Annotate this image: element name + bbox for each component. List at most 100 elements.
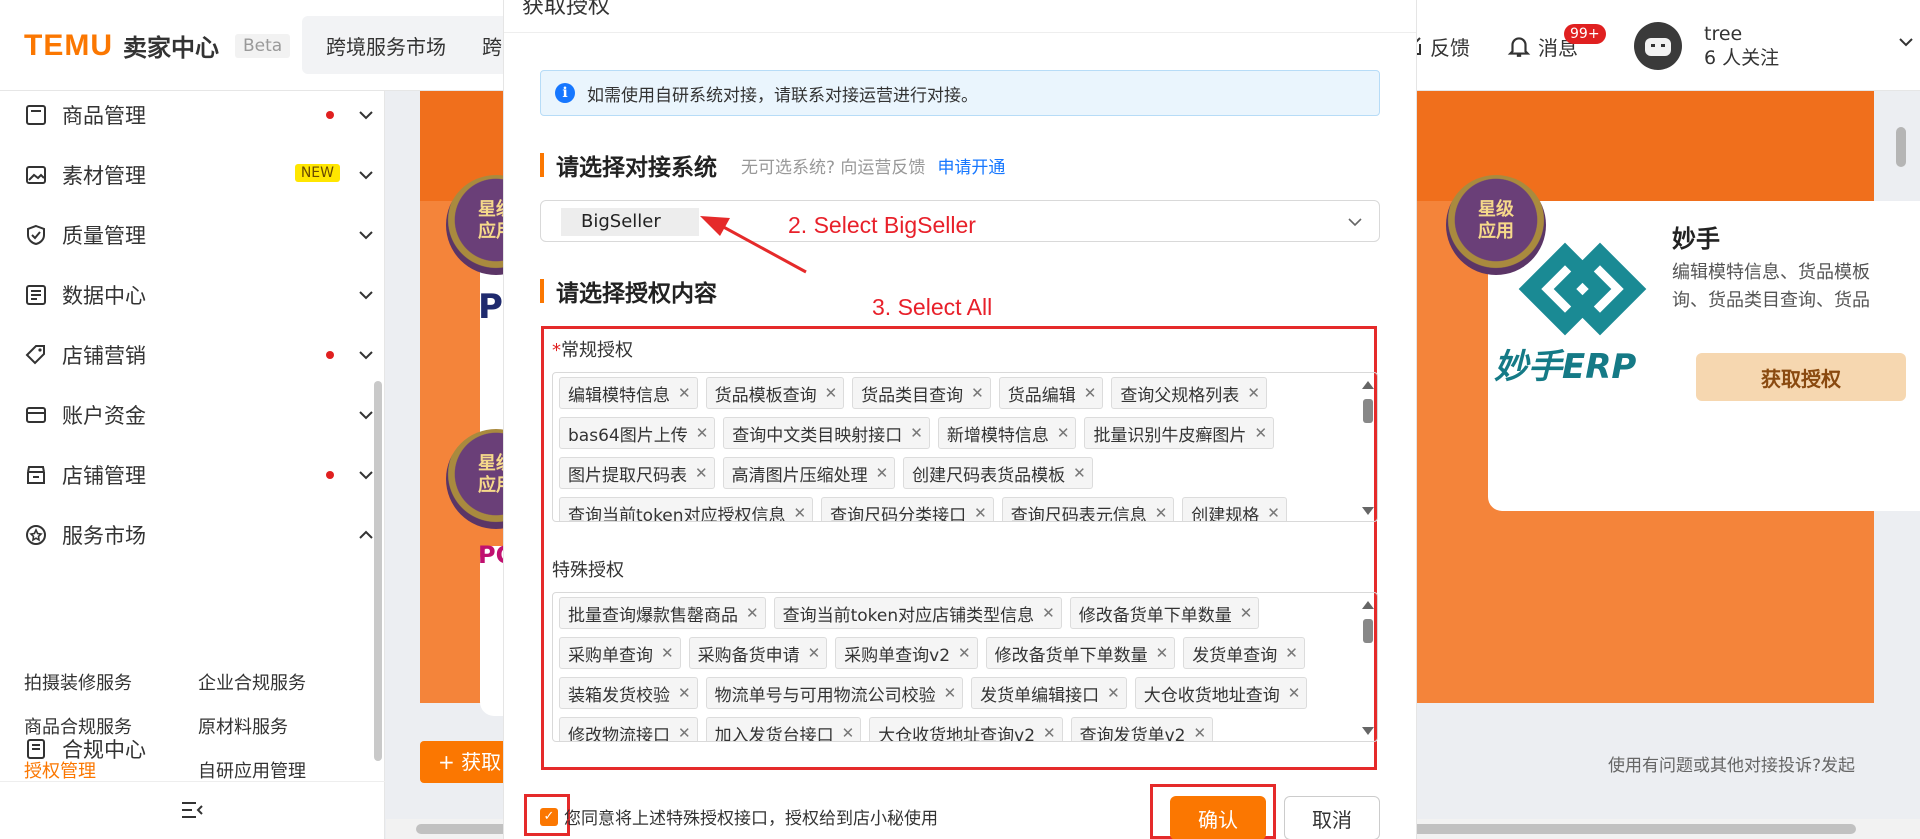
data-icon	[26, 285, 46, 305]
miaoshou-get-auth-button[interactable]: 获取授权	[1696, 353, 1906, 401]
remove-tag-icon[interactable]: ✕	[1254, 424, 1267, 442]
sidebar-item-product-management[interactable]: 商品管理	[24, 95, 374, 135]
remove-tag-icon[interactable]: ✕	[1267, 504, 1280, 521]
remove-tag-icon[interactable]: ✕	[1155, 504, 1168, 521]
submenu-photo-decoration[interactable]: 拍摄装修服务	[24, 669, 198, 695]
auth-tag-label: 装箱发货校验	[568, 685, 670, 706]
section-select-system: 请选择对接系统 无可选系统? 向运营反馈 申请开通	[540, 150, 1005, 181]
sidebar-item-store-marketing[interactable]: 店铺营销	[24, 335, 374, 375]
annotation-step2: 2. Select BigSeller	[788, 212, 976, 238]
authorization-modal: 获取授权 i 如需使用自研系统对接，请联系对接运营进行对接。 请选择对接系统 无…	[504, 0, 1416, 839]
messages-button[interactable]: 消息 99+	[1506, 23, 1606, 61]
tag-box-scrollbar[interactable]	[1359, 377, 1375, 519]
scroll-up-icon[interactable]	[1362, 601, 1374, 609]
remove-tag-icon[interactable]: ✕	[1042, 604, 1055, 622]
chevron-up-icon	[359, 530, 373, 539]
sidebar: 商品管理 素材管理 NEW 质量管理 数据中心 店铺营销 账户资金 店铺管理 服…	[0, 91, 385, 839]
chevron-down-icon[interactable]	[1898, 34, 1914, 50]
auth-tag: 批量识别牛皮癣图片 ✕	[1084, 417, 1275, 449]
auth-tag: 修改备货单下单数量 ✕	[1069, 597, 1260, 629]
nav-item-cross-border-market[interactable]: 跨境服务市场	[326, 31, 446, 60]
user-info[interactable]: tree 6 人关注	[1704, 22, 1779, 70]
confirm-button[interactable]: 确认	[1170, 796, 1266, 839]
remove-tag-icon[interactable]: ✕	[1107, 684, 1120, 702]
product-icon	[26, 105, 46, 125]
info-banner: i 如需使用自研系统对接，请联系对接运营进行对接。	[540, 70, 1380, 116]
auth-tag-label: 查询尺码表元信息	[1010, 505, 1147, 522]
notification-dot	[326, 111, 334, 119]
scroll-up-icon[interactable]	[1362, 381, 1374, 389]
chevron-down-icon	[359, 111, 373, 120]
remove-tag-icon[interactable]: ✕	[1194, 724, 1207, 741]
remove-tag-icon[interactable]: ✕	[794, 504, 807, 521]
submenu-enterprise-compliance[interactable]: 企业合规服务	[198, 669, 348, 695]
regular-auth-select[interactable]: 编辑模特信息 ✕ 货品模板查询 ✕ 货品类目查询 ✕ 货品编辑 ✕ 查询父规格列表 ✕ bas64图…	[552, 372, 1378, 522]
remove-tag-icon[interactable]: ✕	[825, 384, 838, 402]
info-text: 如需使用自研系统对接，请联系对接运营进行对接。	[587, 85, 978, 106]
page-vertical-scrollbar[interactable]	[1892, 91, 1910, 811]
auth-tag: 装箱发货校验 ✕	[559, 677, 698, 709]
sidebar-scrollbar[interactable]	[374, 381, 382, 761]
auth-tag-label: 大仓收货地址查询v2	[878, 725, 1036, 742]
annotation-step3: 3. Select All	[872, 294, 993, 320]
selected-system-tag: BigSeller	[561, 208, 699, 236]
scroll-down-icon[interactable]	[1362, 727, 1374, 735]
chevron-down-icon	[1348, 218, 1362, 227]
remove-tag-icon[interactable]: ✕	[746, 604, 759, 622]
auth-tag: 新增模特信息 ✕	[937, 417, 1077, 449]
remove-tag-icon[interactable]: ✕	[1043, 724, 1056, 741]
remove-tag-icon[interactable]: ✕	[1057, 424, 1070, 442]
remove-tag-icon[interactable]: ✕	[971, 384, 984, 402]
complaint-link[interactable]: 使用有问题或其他对接投诉?发起	[1608, 751, 1900, 776]
auth-tag: 发货单编辑接口 ✕	[971, 677, 1127, 709]
auth-tag-label: 查询当前token对应授权信息	[568, 505, 786, 522]
agree-checkbox[interactable]: ✓	[540, 807, 558, 826]
remove-tag-icon[interactable]: ✕	[678, 724, 691, 741]
remove-tag-icon[interactable]: ✕	[910, 424, 923, 442]
agree-row: ✓ 您同意将上述特殊授权接口，授权给到店小秘使用	[540, 804, 938, 829]
remove-tag-icon[interactable]: ✕	[876, 464, 889, 482]
auth-tag: 查询发货单v2 ✕	[1070, 717, 1214, 741]
sidebar-item-account-funds[interactable]: 账户资金	[24, 395, 374, 435]
logo[interactable]: TEMU 卖家中心 Beta	[24, 28, 291, 63]
avatar[interactable]	[1634, 22, 1682, 70]
special-auth-select[interactable]: 批量查询爆款售罄商品 ✕ 查询当前token对应店铺类型信息 ✕ 修改备货单下单数量 ✕ 采…	[552, 592, 1378, 742]
tag-box-scrollbar[interactable]	[1359, 597, 1375, 739]
sidebar-item-material-management[interactable]: 素材管理 NEW	[24, 155, 374, 195]
scrollbar-thumb[interactable]	[1363, 399, 1373, 423]
auth-tag-label: 发货单编辑接口	[980, 685, 1100, 706]
remove-tag-icon[interactable]: ✕	[1073, 464, 1086, 482]
remove-tag-icon[interactable]: ✕	[958, 644, 971, 662]
remove-tag-icon[interactable]: ✕	[678, 384, 691, 402]
collapse-menu-icon[interactable]	[180, 800, 204, 820]
miaoshou-logo-icon	[1518, 242, 1647, 336]
remove-tag-icon[interactable]: ✕	[678, 684, 691, 702]
remove-tag-icon[interactable]: ✕	[1084, 384, 1097, 402]
remove-tag-icon[interactable]: ✕	[1288, 684, 1301, 702]
nav-item-truncated[interactable]: 跨	[482, 31, 502, 60]
scroll-down-icon[interactable]	[1362, 507, 1374, 515]
apply-link[interactable]: 申请开通	[937, 153, 1005, 178]
remove-tag-icon[interactable]: ✕	[1156, 644, 1169, 662]
remove-tag-icon[interactable]: ✕	[1247, 384, 1260, 402]
remove-tag-icon[interactable]: ✕	[974, 504, 987, 521]
sidebar-item-store-management[interactable]: 店铺管理	[24, 455, 374, 495]
auth-tag-label: 加入发货台接口	[714, 725, 834, 742]
remove-tag-icon[interactable]: ✕	[808, 644, 821, 662]
notification-dot	[326, 471, 334, 479]
sidebar-item-service-market[interactable]: 服务市场	[24, 515, 374, 555]
remove-tag-icon[interactable]: ✕	[1240, 604, 1253, 622]
sidebar-item-data-center[interactable]: 数据中心	[24, 275, 374, 315]
remove-tag-icon[interactable]: ✕	[661, 644, 674, 662]
auth-tag-label: 创建尺码表货品模板	[912, 465, 1066, 486]
scrollbar-thumb[interactable]	[1363, 619, 1373, 643]
remove-tag-icon[interactable]: ✕	[944, 684, 957, 702]
remove-tag-icon[interactable]: ✕	[696, 424, 709, 442]
sidebar-item-compliance-center[interactable]: 合规中心	[24, 729, 374, 769]
scrollbar-thumb[interactable]	[1896, 127, 1906, 167]
remove-tag-icon[interactable]: ✕	[842, 724, 855, 741]
sidebar-item-quality-management[interactable]: 质量管理	[24, 215, 374, 255]
remove-tag-icon[interactable]: ✕	[695, 464, 708, 482]
remove-tag-icon[interactable]: ✕	[1285, 644, 1298, 662]
cancel-button[interactable]: 取消	[1284, 796, 1380, 839]
